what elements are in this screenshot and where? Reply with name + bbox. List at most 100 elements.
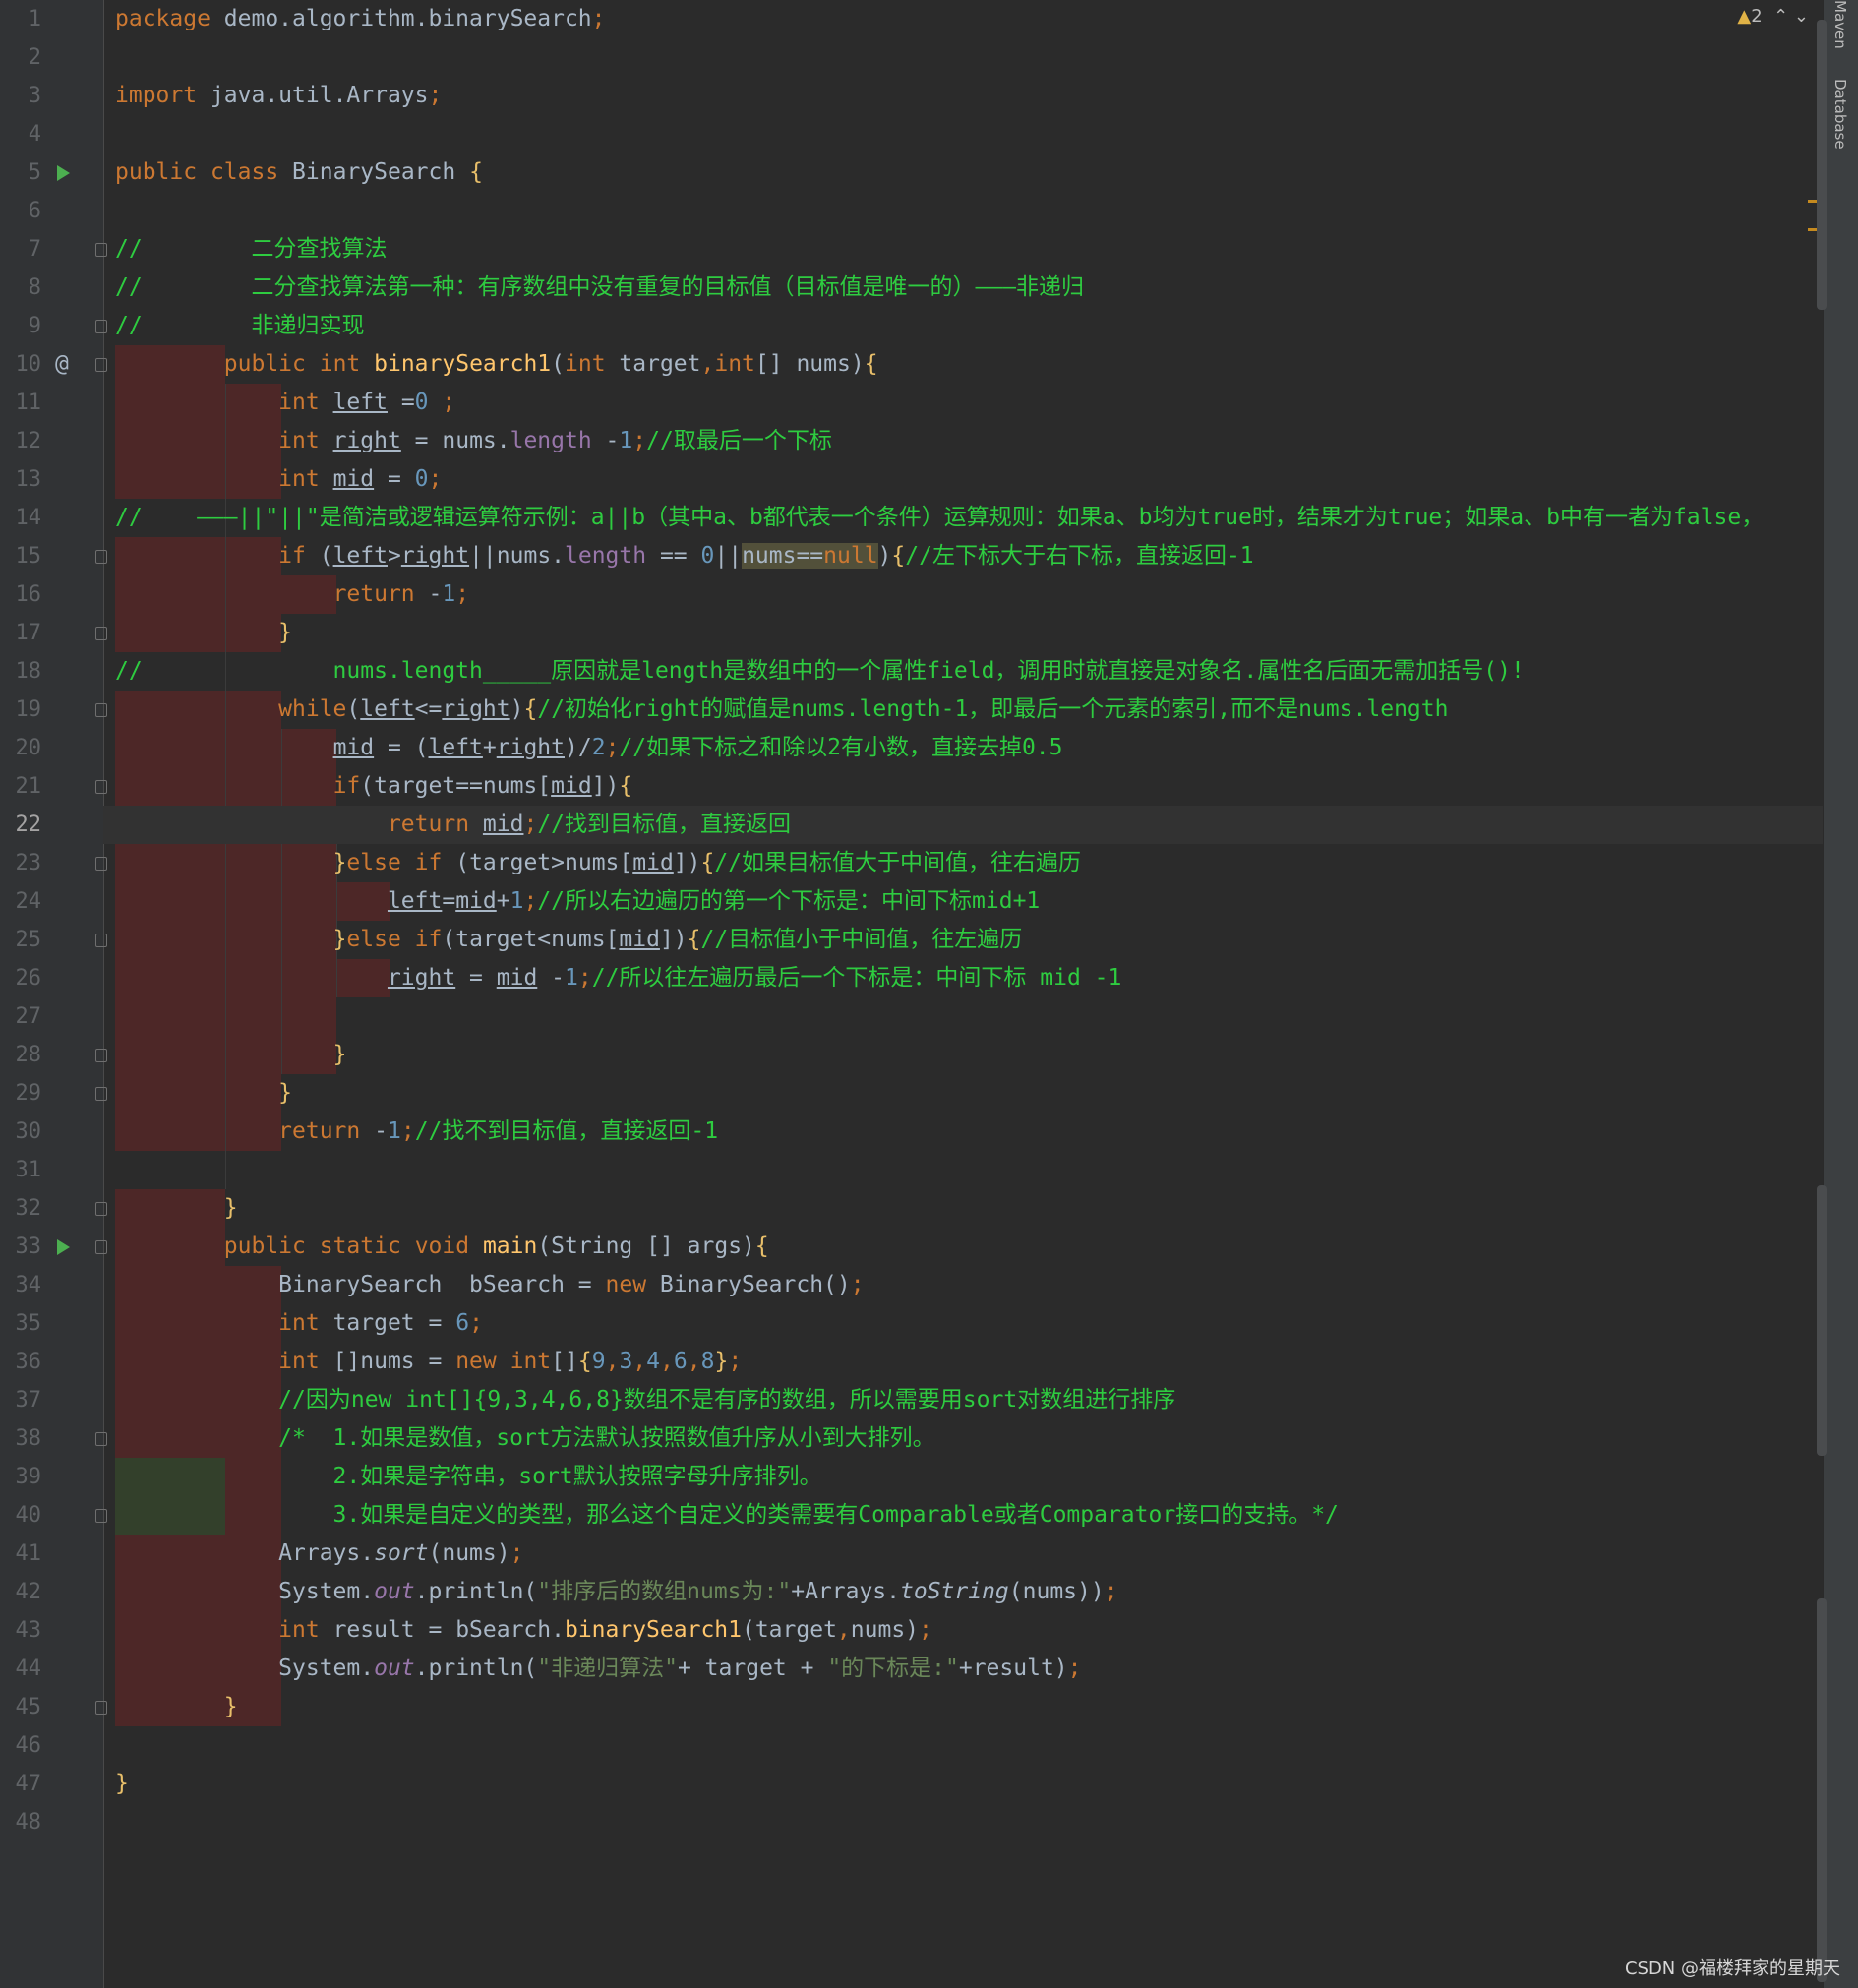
code-line[interactable]: // nums.length_____原因就是length是数组中的一个属性fi… xyxy=(103,652,1823,691)
code-line[interactable]: /* 1.如果是数值，sort方法默认按照数值升序从小到大排列。 xyxy=(103,1419,1823,1458)
code-line[interactable]: int mid = 0; xyxy=(103,460,1823,499)
code-line[interactable]: 3.如果是自定义的类型，那么这个自定义的类需要有Comparable或者Comp… xyxy=(103,1496,1823,1535)
code-line[interactable]: public int binarySearch1(int target,int[… xyxy=(103,345,1823,384)
line-number[interactable]: 39 xyxy=(0,1458,42,1496)
code-line[interactable]: import java.util.Arrays; xyxy=(103,77,1823,115)
line-number[interactable]: 47 xyxy=(0,1765,42,1803)
line-number[interactable]: 11 xyxy=(0,384,42,422)
line-number[interactable]: 43 xyxy=(0,1611,42,1650)
line-number[interactable]: 17 xyxy=(0,614,42,652)
line-number[interactable]: 3 xyxy=(0,77,41,115)
line-number[interactable]: 23 xyxy=(0,844,42,882)
code-line[interactable]: BinarySearch bSearch = new BinarySearch(… xyxy=(103,1266,1823,1304)
line-number[interactable]: 41 xyxy=(0,1535,42,1573)
code-line[interactable] xyxy=(103,192,1823,230)
line-number[interactable]: 27 xyxy=(0,997,42,1036)
maven-tab[interactable]: Maven xyxy=(1831,0,1849,49)
line-number[interactable]: 28 xyxy=(0,1036,42,1074)
code-line[interactable]: if (left>right||nums.length == 0||nums==… xyxy=(103,537,1823,575)
code-line[interactable]: } xyxy=(103,1074,1823,1113)
database-tab[interactable]: Database xyxy=(1831,79,1849,150)
code-line[interactable]: int left =0 ; xyxy=(103,384,1823,422)
line-number[interactable]: 46 xyxy=(0,1726,42,1765)
code-line[interactable]: left=mid+1;//所以右边遍历的第一个下标是：中间下标mid+1 xyxy=(103,882,1823,921)
code-line[interactable]: while(left<=right){//初始化right的赋值是nums.le… xyxy=(103,691,1823,729)
line-number[interactable]: 36 xyxy=(0,1343,42,1381)
line-number[interactable]: 32 xyxy=(0,1189,42,1228)
code-line[interactable]: // ———||"||"是简洁或逻辑运算符示例：a||b（其中a、b都代表一个条… xyxy=(103,499,1823,537)
code-line[interactable]: } xyxy=(103,1036,1823,1074)
code-line[interactable]: return -1;//找不到目标值，直接返回-1 xyxy=(103,1113,1823,1151)
line-number[interactable]: 29 xyxy=(0,1074,42,1113)
code-line[interactable]: System.out.println("非递归算法"+ target + "的下… xyxy=(103,1650,1823,1688)
code-line[interactable]: System.out.println("排序后的数组nums为:"+Arrays… xyxy=(103,1573,1823,1611)
code-line[interactable] xyxy=(103,38,1823,77)
code-line[interactable] xyxy=(103,115,1823,153)
next-highlight-icon[interactable]: ⌄ xyxy=(1794,6,1809,27)
line-number[interactable]: 14 xyxy=(0,499,42,537)
scrollbar-thumb[interactable] xyxy=(1817,1185,1827,1456)
line-number[interactable]: 15 xyxy=(0,537,42,575)
line-number[interactable]: 30 xyxy=(0,1113,42,1151)
line-number[interactable]: 40 xyxy=(0,1496,42,1535)
line-number[interactable]: 18 xyxy=(0,652,42,691)
line-number[interactable]: 26 xyxy=(0,959,42,997)
code-line[interactable]: // 二分查找算法 xyxy=(103,230,1823,269)
override-at-icon[interactable]: @ xyxy=(55,345,69,384)
line-number[interactable]: 6 xyxy=(0,192,41,230)
line-number[interactable]: 9 xyxy=(0,307,41,345)
code-line[interactable]: } xyxy=(103,1688,1823,1726)
code-line[interactable]: public static void main(String [] args){ xyxy=(103,1228,1823,1266)
code-editor[interactable]: package demo.algorithm.binarySearch; impo… xyxy=(103,0,1823,1988)
code-line[interactable]: //因为new int[]{9,3,4,6,8}数组不是有序的数组，所以需要用s… xyxy=(103,1381,1823,1419)
code-line[interactable]: int right = nums.length -1;//取最后一个下标 xyxy=(103,422,1823,460)
code-line[interactable]: if(target==nums[mid]){ xyxy=(103,767,1823,806)
code-line[interactable]: }else if(target<nums[mid]){//目标值小于中间值，往左… xyxy=(103,921,1823,959)
line-number[interactable]: 31 xyxy=(0,1151,42,1189)
line-number[interactable]: 25 xyxy=(0,921,42,959)
code-line[interactable]: } xyxy=(103,614,1823,652)
code-line[interactable]: int target = 6; xyxy=(103,1304,1823,1343)
code-line[interactable] xyxy=(103,1151,1823,1189)
scrollbar-thumb[interactable] xyxy=(1817,20,1827,310)
code-line[interactable]: // 二分查找算法第一种：有序数组中没有重复的目标值（目标值是唯一的）———非递… xyxy=(103,269,1823,307)
code-line[interactable]: return mid;//找到目标值，直接返回 xyxy=(103,806,1823,844)
code-line[interactable]: } xyxy=(103,1765,1823,1803)
line-number[interactable]: 45 xyxy=(0,1688,42,1726)
line-number[interactable]: 21 xyxy=(0,767,42,806)
code-line[interactable] xyxy=(103,997,1823,1036)
code-line[interactable]: public class BinarySearch { xyxy=(103,153,1823,192)
code-line[interactable]: int []nums = new int[]{9,3,4,6,8}; xyxy=(103,1343,1823,1381)
line-number[interactable]: 33 xyxy=(0,1228,42,1266)
line-number[interactable]: 48 xyxy=(0,1803,42,1841)
code-line[interactable]: // 非递归实现 xyxy=(103,307,1823,345)
line-number[interactable]: 12 xyxy=(0,422,42,460)
code-line[interactable]: 2.如果是字符串，sort默认按照字母升序排列。 xyxy=(103,1458,1823,1496)
code-line[interactable] xyxy=(103,1726,1823,1765)
line-number[interactable]: 37 xyxy=(0,1381,42,1419)
line-number[interactable]: 22 xyxy=(0,806,42,844)
line-number[interactable]: 35 xyxy=(0,1304,42,1343)
code-line[interactable]: mid = (left+right)/2;//如果下标之和除以2有小数，直接去掉… xyxy=(103,729,1823,767)
code-line[interactable]: Arrays.sort(nums); xyxy=(103,1535,1823,1573)
line-number[interactable]: 8 xyxy=(0,269,41,307)
line-number[interactable]: 20 xyxy=(0,729,42,767)
line-number[interactable]: 16 xyxy=(0,575,42,614)
line-number[interactable]: 19 xyxy=(0,691,42,729)
code-line[interactable]: } xyxy=(103,1189,1823,1228)
line-number[interactable]: 13 xyxy=(0,460,42,499)
code-line[interactable]: package demo.algorithm.binarySearch; xyxy=(103,0,1823,38)
line-number[interactable]: 24 xyxy=(0,882,42,921)
previous-highlight-icon[interactable]: ⌃ xyxy=(1768,6,1794,27)
code-line[interactable]: right = mid -1;//所以往左遍历最后一个下标是：中间下标 mid … xyxy=(103,959,1823,997)
inspection-widget[interactable]: ▲2 ⌃ ⌄ xyxy=(1737,6,1809,27)
line-number[interactable]: 10 xyxy=(0,345,42,384)
code-line[interactable]: return -1; xyxy=(103,575,1823,614)
run-icon[interactable] xyxy=(57,165,70,181)
code-line[interactable]: }else if (target>nums[mid]){//如果目标值大于中间值… xyxy=(103,844,1823,882)
line-number[interactable]: 5 xyxy=(0,153,41,192)
code-line[interactable]: int result = bSearch.binarySearch1(targe… xyxy=(103,1611,1823,1650)
line-number[interactable]: 7 xyxy=(0,230,41,269)
line-number[interactable]: 44 xyxy=(0,1650,42,1688)
line-number[interactable]: 4 xyxy=(0,115,41,153)
